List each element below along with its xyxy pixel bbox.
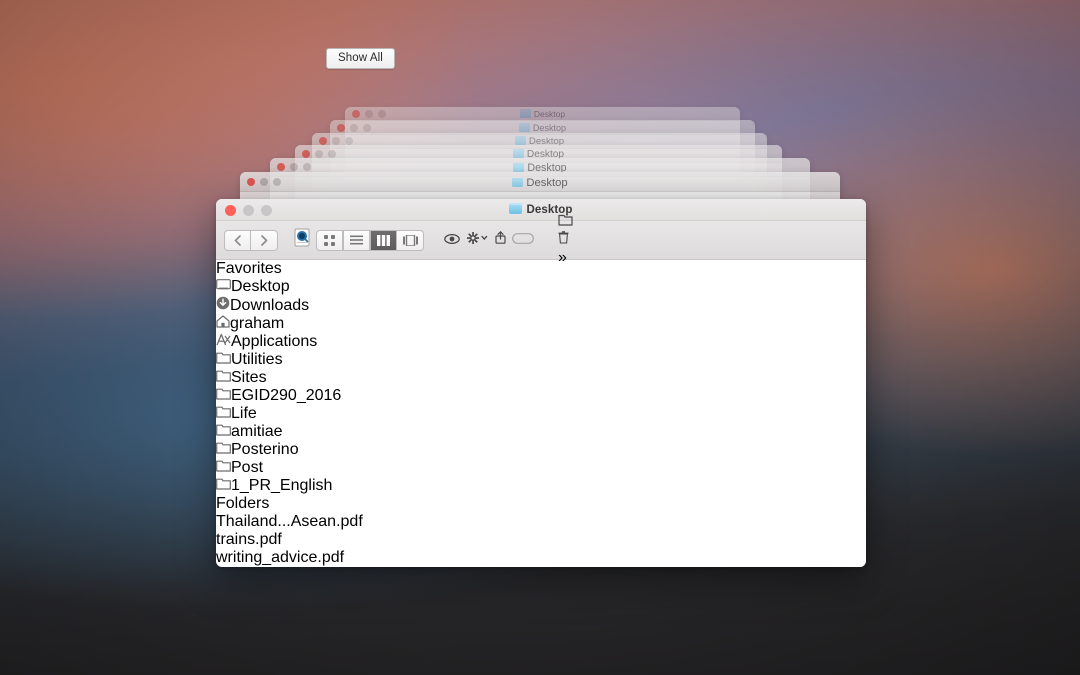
sidebar-item-sites[interactable]: Sites (216, 369, 866, 387)
sidebar-item-label: Sites (231, 369, 267, 386)
folder-icon (216, 387, 231, 404)
file-name: trains.pdf (216, 531, 282, 548)
sidebar-item-label: Life (231, 405, 257, 422)
file-column: Folders Thailand...Asean.pdf trains.pdf wr… (216, 495, 866, 567)
back-button[interactable] (224, 229, 251, 251)
folder-icon (514, 136, 526, 146)
sidebar-item-label: Posterino (231, 441, 299, 458)
folder-icon (216, 477, 231, 494)
sidebar-header: Favorites (216, 260, 282, 277)
sidebar-item-amitiae[interactable]: amitiae (216, 423, 866, 441)
stacked-window-title-text: Desktop (532, 122, 567, 133)
window-title: Desktop (216, 203, 866, 216)
file-list: Thailand...Asean.pdf trains.pdf writing_ad… (216, 513, 866, 567)
folder-icon (216, 351, 231, 368)
eye-icon[interactable] (444, 231, 460, 249)
home-icon (216, 315, 230, 332)
file-list-item[interactable]: writing_advice.pdf (216, 549, 866, 567)
stacked-window-title: Desktop (240, 177, 840, 189)
time-machine-screen: Desktop Desktop Desktop Desktop Desktop Deskt… (0, 0, 1080, 675)
sidebar-item-egid290-2016[interactable]: EGID290_2016 (216, 387, 866, 405)
file-name: Thailand...Asean.pdf (216, 513, 363, 530)
stacked-window-title: Desktop (345, 109, 740, 119)
sidebar-item-label: Desktop (231, 278, 290, 295)
sidebar-item-label: EGID290_2016 (231, 387, 342, 404)
view-mode-segment (316, 229, 424, 251)
applications-icon (216, 333, 231, 350)
sidebar-item-posterino[interactable]: Posterino (216, 441, 866, 459)
file-list-item[interactable]: trains.pdf (216, 531, 866, 549)
column-header: Folders (216, 495, 270, 512)
folder-icon (216, 369, 231, 386)
icon-view-button[interactable] (316, 229, 343, 251)
stacked-window-title-text: Desktop (533, 109, 566, 119)
sidebar-list: Desktop Downloads graham Applications Utilit… (216, 278, 866, 495)
sidebar-item-life[interactable]: Life (216, 405, 866, 423)
folder-icon (216, 441, 231, 458)
sidebar-item-label: amitiae (231, 423, 283, 440)
folder-icon (512, 178, 524, 187)
folder-icon (512, 148, 524, 158)
toolbar-right-group: » (558, 213, 573, 267)
share-icon[interactable] (495, 231, 506, 249)
stacked-window-title-text: Desktop (526, 177, 568, 189)
sidebar-item-label: 1_PR_English (231, 477, 333, 494)
column-view-button[interactable] (370, 229, 397, 251)
sidebar-item-post[interactable]: Post (216, 459, 866, 477)
show-all-button[interactable]: Show All (326, 48, 395, 69)
list-view-button[interactable] (343, 229, 370, 251)
nav-segment (224, 229, 278, 251)
sidebar-item-label: Post (231, 459, 264, 476)
folder-icon (216, 423, 231, 440)
folder-icon (518, 122, 530, 132)
sidebar-item-label: Utilities (231, 351, 283, 368)
downloads-icon (216, 296, 230, 314)
folder-icon (509, 203, 523, 214)
finder-toolbar: » (216, 214, 866, 266)
file-name: writing_advice.pdf (216, 549, 345, 566)
window-titlebar: Desktop (216, 199, 866, 221)
tag-icon[interactable] (512, 231, 552, 249)
finder-window: Desktop » Favorites Desktop Downloads gr… (216, 199, 866, 567)
sidebar-item-label: Downloads (230, 297, 310, 314)
sidebar-item-downloads[interactable]: Downloads (216, 296, 866, 315)
sidebar-item-applications[interactable]: Applications (216, 333, 866, 351)
forward-button[interactable] (251, 229, 278, 251)
finder-body: Favorites Desktop Downloads graham Applicat… (216, 260, 866, 567)
trash-icon[interactable] (558, 231, 573, 249)
file-list-item[interactable]: Thailand...Asean.pdf (216, 513, 866, 531)
quicklook-document-icon[interactable] (294, 228, 310, 252)
sidebar-item-utilities[interactable]: Utilities (216, 351, 866, 369)
folder-icon (216, 405, 231, 422)
sidebar-item-label: Applications (231, 333, 318, 350)
sidebar-item-label: graham (230, 315, 285, 332)
coverflow-view-button[interactable] (397, 229, 424, 251)
new-folder-icon[interactable] (558, 213, 573, 231)
finder-sidebar: Favorites Desktop Downloads graham Applicat… (216, 260, 866, 495)
gear-icon[interactable] (466, 231, 489, 249)
desktop-icon (216, 278, 231, 295)
folder-icon (216, 459, 231, 476)
toolbar-overflow-button[interactable]: » (558, 249, 573, 267)
stacked-window-title: Desktop (330, 122, 755, 133)
sidebar-item-desktop[interactable]: Desktop (216, 278, 866, 296)
sidebar-item-1-pr-english[interactable]: 1_PR_English (216, 477, 866, 495)
folder-icon (519, 109, 531, 118)
sidebar-item-graham[interactable]: graham (216, 315, 866, 333)
